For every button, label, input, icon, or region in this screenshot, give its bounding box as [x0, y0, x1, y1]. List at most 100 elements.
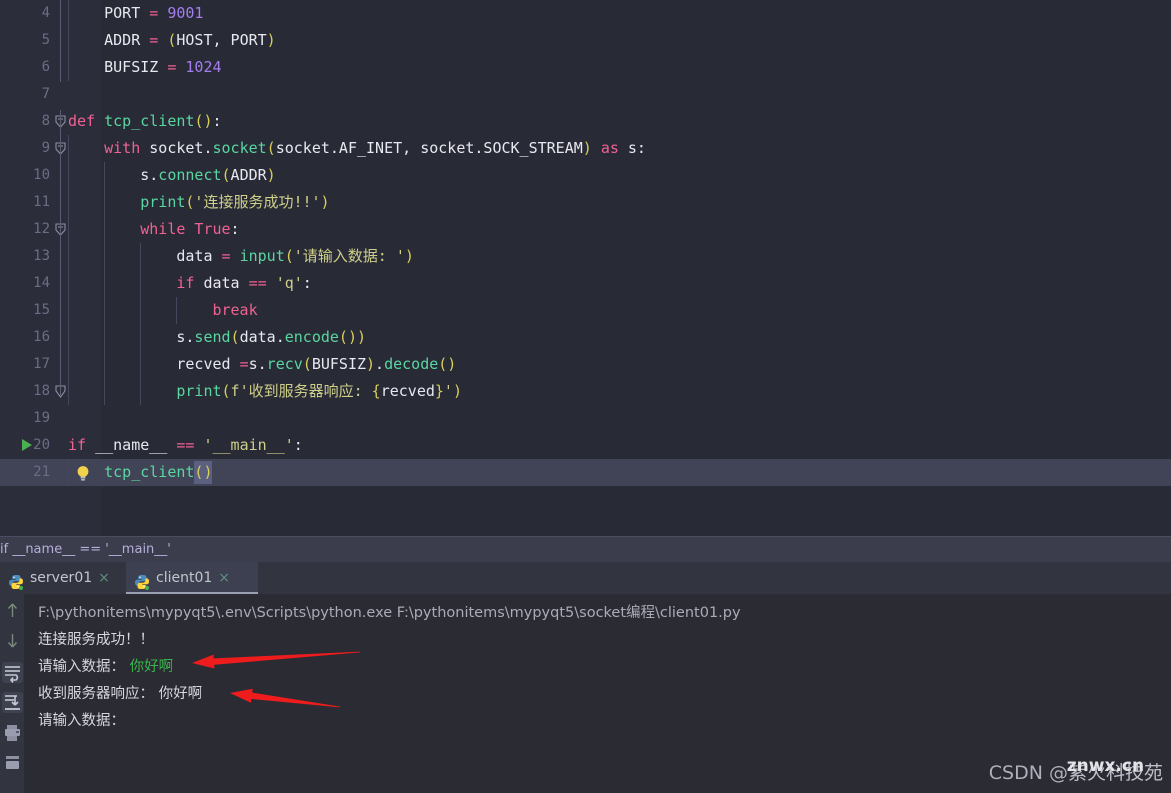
- indent-guide: [104, 243, 106, 270]
- indent-guide: [104, 216, 106, 243]
- indent-guide: [68, 135, 69, 162]
- code-line[interactable]: 5 ADDR = (HOST, PORT): [0, 27, 1171, 54]
- indent-guide: [104, 378, 106, 405]
- code-line[interactable]: 14 if data == 'q':: [0, 270, 1171, 297]
- code-text: recved =s.recv(BUFSIZ).decode(): [176, 355, 457, 373]
- run-tab-server01[interactable]: server01 ×: [0, 562, 126, 594]
- code-lines[interactable]: 4 PORT = 9001 5 ADDR = (HOST, PORT) 6 BUFSIZ …: [0, 0, 1171, 536]
- code-line[interactable]: 18 print(f'收到服务器响应: {recved}'): [0, 378, 1171, 405]
- code-line[interactable]: 20 if __name__ == '__main__':: [0, 432, 1171, 459]
- up-arrow-icon[interactable]: [2, 600, 23, 621]
- indent-guide: [104, 297, 106, 324]
- line-number: 13: [33, 248, 50, 264]
- code-text: print(f'收到服务器响应: {recved}'): [176, 382, 462, 400]
- indent-guide: [104, 351, 106, 378]
- fold-guide-line-bottom: [60, 235, 61, 395]
- print-icon[interactable]: [2, 722, 23, 743]
- line-number: 8: [41, 113, 50, 129]
- pycharm-window: 4 PORT = 9001 5 ADDR = (HOST, PORT) 6 BUFSIZ …: [0, 0, 1171, 793]
- line-number: 5: [41, 32, 50, 48]
- indent-guide: [68, 324, 69, 351]
- line-number: 4: [41, 5, 50, 21]
- code-text: with socket.socket(socket.AF_INET, socke…: [104, 139, 646, 157]
- line-number: 18: [33, 383, 50, 399]
- code-line[interactable]: 21 tcp_client(): [0, 459, 1171, 486]
- code-line[interactable]: 11 print('连接服务成功!!'): [0, 189, 1171, 216]
- indent-guide: [140, 351, 142, 378]
- indent-guide: [68, 270, 69, 297]
- soft-wrap-icon[interactable]: [2, 662, 23, 683]
- code-line[interactable]: 9 with socket.socket(socket.AF_INET, sock…: [0, 135, 1171, 162]
- code-line[interactable]: 19: [0, 405, 1171, 432]
- fold-guide-line: [60, 110, 61, 235]
- run-gutter-icon[interactable]: [22, 439, 32, 451]
- indent-guide: [104, 189, 106, 216]
- run-tab-bar[interactable]: server01 × client01 ×: [0, 562, 1171, 594]
- code-line[interactable]: 4 PORT = 9001: [0, 0, 1171, 27]
- console-line: F:\pythonitems\mypyqt5\.env\Scripts\pyth…: [38, 605, 741, 621]
- run-tab-label: server01: [30, 570, 93, 586]
- line-number: 19: [33, 410, 50, 426]
- code-text: if data == 'q':: [176, 274, 312, 292]
- line-number: 6: [41, 59, 50, 75]
- code-line[interactable]: 15 break: [0, 297, 1171, 324]
- console-line: 请输入数据： 你好啊: [38, 659, 174, 675]
- python-file-icon: [8, 570, 24, 591]
- indent-guide: [104, 324, 106, 351]
- console-line: 请输入数据：: [38, 713, 125, 729]
- code-line[interactable]: 8 def tcp_client():: [0, 108, 1171, 135]
- indent-guide: [68, 54, 69, 81]
- code-text: s.connect(ADDR): [140, 166, 276, 184]
- indent-guide: [140, 324, 142, 351]
- code-line[interactable]: 17 recved =s.recv(BUFSIZ).decode(): [0, 351, 1171, 378]
- line-number: 17: [33, 356, 50, 372]
- code-text: s.send(data.encode()): [176, 328, 367, 346]
- code-line[interactable]: 13 data = input('请输入数据: '): [0, 243, 1171, 270]
- line-number: 14: [33, 275, 50, 291]
- code-text: def tcp_client():: [68, 112, 222, 130]
- code-editor[interactable]: 4 PORT = 9001 5 ADDR = (HOST, PORT) 6 BUFSIZ …: [0, 0, 1171, 536]
- watermark: CSDN @紫火科技苑 znwx.cn: [988, 756, 1163, 785]
- indent-guide: [176, 297, 178, 324]
- line-number: 11: [33, 194, 50, 210]
- close-tab-icon[interactable]: ×: [218, 562, 230, 594]
- close-tab-icon[interactable]: ×: [98, 562, 110, 594]
- watermark-csdn: CSDN @: [988, 762, 1068, 784]
- line-number: 7: [41, 86, 50, 102]
- intention-bulb-icon[interactable]: [76, 464, 90, 481]
- code-line[interactable]: 10 s.connect(ADDR): [0, 162, 1171, 189]
- code-line[interactable]: 16 s.send(data.encode()): [0, 324, 1171, 351]
- indent-guide: [68, 162, 69, 189]
- line-number: 16: [33, 329, 50, 345]
- watermark-overlay: znwx.cn: [1066, 756, 1145, 776]
- fold-guide-line-top: [60, 0, 61, 82]
- line-number: 10: [33, 167, 50, 183]
- line-number: 15: [33, 302, 50, 318]
- code-text: break: [212, 301, 258, 319]
- indent-guide: [68, 297, 69, 324]
- code-line[interactable]: [0, 486, 1171, 513]
- line-number: 12: [33, 221, 50, 237]
- scroll-to-end-icon[interactable]: [2, 692, 23, 713]
- indent-guide: [104, 270, 106, 297]
- code-text: if __name__ == '__main__':: [68, 436, 303, 454]
- line-number: 21: [33, 464, 50, 480]
- line-number: 9: [41, 140, 50, 156]
- indent-guide: [140, 378, 142, 405]
- indent-guide: [68, 243, 69, 270]
- code-text: data = input('请输入数据: '): [176, 247, 414, 265]
- code-line[interactable]: 12 while True:: [0, 216, 1171, 243]
- clear-all-icon[interactable]: [2, 752, 23, 773]
- console-line: 连接服务成功！！: [38, 632, 154, 648]
- run-tab-client01[interactable]: client01 ×: [126, 562, 258, 594]
- code-text: print('连接服务成功!!'): [140, 193, 330, 211]
- code-line[interactable]: 7: [0, 81, 1171, 108]
- console-line: 收到服务器响应： 你好啊: [38, 686, 203, 702]
- code-text: BUFSIZ = 1024: [104, 58, 222, 76]
- run-toolbar[interactable]: [0, 594, 24, 793]
- breadcrumb[interactable]: if __name__ == '__main__': [0, 536, 1171, 562]
- indent-guide: [104, 162, 106, 189]
- down-arrow-icon[interactable]: [2, 630, 23, 651]
- code-text: tcp_client(): [104, 463, 213, 481]
- code-line[interactable]: 6 BUFSIZ = 1024: [0, 54, 1171, 81]
